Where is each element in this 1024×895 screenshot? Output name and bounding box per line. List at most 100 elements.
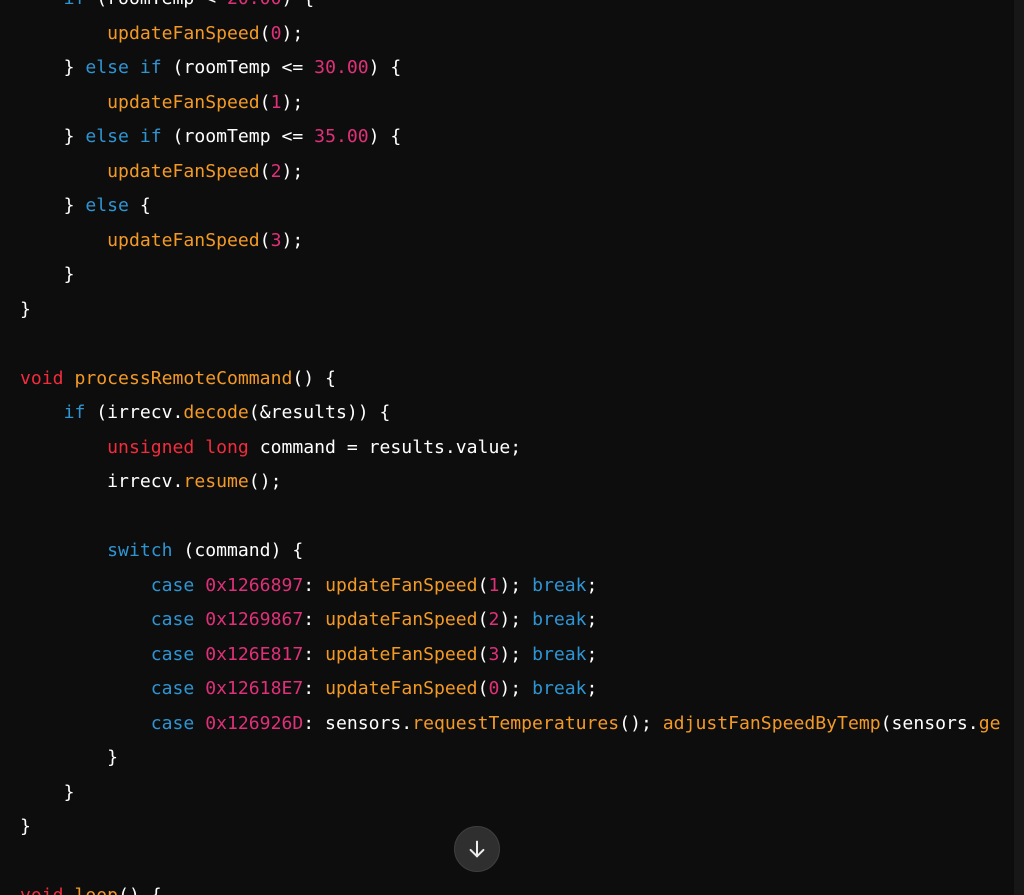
code-token: case	[150, 712, 195, 734]
code-token: (roomTemp <=	[161, 57, 315, 78]
code-token: irrecv.	[107, 471, 184, 492]
code-token: if	[139, 126, 162, 147]
code-token: 30.00	[314, 57, 369, 78]
code-token: }	[20, 298, 31, 320]
code-token: else	[85, 126, 129, 147]
code-token: unsigned	[107, 436, 195, 458]
scrollbar-track[interactable]	[1014, 0, 1024, 895]
code-token: break	[532, 643, 587, 665]
code-token: (	[477, 574, 489, 596]
code-token: }	[63, 781, 75, 803]
code-token: :	[303, 609, 326, 630]
code-token: case	[150, 678, 195, 699]
code-token: ) {	[368, 57, 402, 78]
code-token: break	[532, 678, 587, 699]
code-line: updateFanSpeed(3);	[20, 224, 1000, 259]
code-token: ;	[586, 678, 598, 699]
code-token: (	[477, 609, 489, 630]
code-line: case 0x1269867: updateFanSpeed(2); break…	[20, 603, 1000, 638]
code-token: if	[139, 57, 162, 78]
code-line: } else if (roomTemp <= 30.00) {	[20, 51, 1000, 86]
code-token: (	[259, 160, 271, 182]
code-token: resume	[183, 471, 249, 492]
code-token: ;	[586, 643, 598, 665]
code-token: );	[281, 91, 304, 113]
code-token: :	[303, 678, 326, 699]
scroll-to-bottom-button[interactable]	[454, 826, 500, 872]
code-token: ) {	[368, 126, 402, 147]
code-token: decode	[183, 402, 249, 423]
code-token: 2	[488, 609, 500, 630]
code-token: long	[205, 436, 249, 458]
code-token: switch	[107, 540, 173, 561]
code-token: (roomTemp <=	[161, 126, 315, 147]
code-token: break	[532, 574, 587, 596]
code-token: updateFanSpeed	[325, 574, 478, 596]
code-token: 0x126E817	[205, 643, 304, 665]
code-token: case	[150, 609, 195, 630]
code-token: 2	[270, 160, 282, 182]
code-token: 3	[270, 229, 282, 251]
code-token: ;	[586, 609, 598, 630]
code-line: }	[20, 810, 1000, 845]
code-line: case 0x126926D: sensors.requestTemperatu…	[20, 707, 1001, 742]
code-token: 0	[270, 22, 282, 44]
code-token: case	[150, 574, 195, 596]
code-line: } else {	[20, 189, 1000, 224]
code-token: () {	[118, 885, 162, 895]
code-token: :	[303, 574, 326, 596]
code-token: );	[281, 229, 304, 251]
code-token: (command) {	[172, 540, 304, 561]
code-token: );	[499, 609, 533, 630]
code-block: if (roomTemp < 20.00) { updateFanSpeed(0…	[0, 0, 1014, 895]
code-line: irrecv.resume();	[20, 465, 1000, 500]
code-token: );	[499, 678, 533, 699]
code-line: updateFanSpeed(1);	[20, 86, 1000, 121]
code-content: if (roomTemp < 20.00) { updateFanSpeed(0…	[20, 0, 1000, 895]
code-token: updateFanSpeed	[107, 160, 260, 182]
code-line: }	[20, 776, 1000, 811]
code-token: }	[107, 747, 119, 768]
code-token: ) {	[281, 0, 314, 9]
code-token: else	[85, 195, 129, 216]
code-token: loop	[74, 885, 118, 895]
code-token: else	[85, 57, 129, 78]
code-token: ();	[619, 712, 663, 734]
code-token: : sensors.	[303, 712, 413, 734]
code-token: 1	[270, 91, 282, 113]
code-token: (	[259, 229, 271, 251]
code-token: if	[64, 0, 86, 9]
code-token: (sensors.	[880, 712, 979, 734]
code-token: 0	[488, 678, 500, 699]
code-token: (irrecv.	[85, 402, 184, 423]
code-token: command = results.value;	[248, 436, 522, 458]
code-line: case 0x1266897: updateFanSpeed(1); break…	[20, 569, 1000, 604]
code-line: unsigned long command = results.value;	[20, 431, 1000, 466]
code-token: updateFanSpeed	[107, 91, 260, 113]
code-token: );	[499, 643, 533, 665]
code-token: }	[63, 57, 86, 78]
code-line: void loop() {	[20, 879, 1000, 895]
code-token: 20.00	[227, 0, 281, 9]
code-line: }	[20, 293, 1000, 328]
code-token: }	[20, 816, 31, 837]
code-token: if	[63, 402, 86, 423]
code-token: 35.00	[314, 126, 369, 147]
code-token: updateFanSpeed	[107, 22, 260, 44]
code-line: updateFanSpeed(0);	[20, 17, 1000, 52]
code-token: void	[20, 367, 64, 389]
code-token: adjustFanSpeedByTemp	[662, 712, 881, 734]
code-line: }	[20, 741, 1000, 776]
code-token: 0x126926D	[205, 712, 304, 734]
code-token: (	[477, 678, 489, 699]
code-token: updateFanSpeed	[107, 229, 260, 251]
